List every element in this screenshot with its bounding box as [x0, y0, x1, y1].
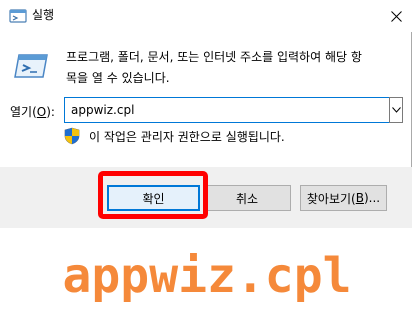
cancel-button[interactable]: 취소: [203, 185, 291, 211]
close-button[interactable]: [380, 0, 412, 32]
window-title: 실행: [32, 8, 55, 22]
history-dropdown-button[interactable]: [389, 97, 403, 123]
browse-label-accelerator: B: [355, 191, 364, 205]
title-bar[interactable]: 실행: [0, 0, 412, 32]
description-line-2: 목을 열 수 있습니다.: [66, 71, 170, 85]
open-label-prefix: 열기(: [10, 105, 37, 119]
open-input[interactable]: [64, 97, 390, 123]
browse-button[interactable]: 찾아보기(B)...: [300, 185, 387, 211]
admin-note: 이 작업은 관리자 권한으로 실행됩니다.: [89, 130, 285, 144]
browse-label-suffix: )...: [363, 191, 381, 205]
description-line-1: 프로그램, 폴더, 문서, 또는 인터넷 주소를 입력하여 해당 항: [66, 50, 362, 64]
chevron-down-icon: [391, 107, 401, 113]
browse-label-prefix: 찾아보기(: [306, 191, 356, 206]
close-icon: [390, 10, 402, 22]
open-label: 열기(O):: [10, 104, 55, 120]
run-dialog: 실행 프로그램, 폴더, 문서, 또는 인터넷 주소를 입력하여 해당 항 목을…: [0, 0, 412, 228]
command-caption: appwiz.cpl: [62, 248, 352, 304]
uac-shield-icon: [64, 127, 80, 145]
dialog-description: 프로그램, 폴더, 문서, 또는 인터넷 주소를 입력하여 해당 항 목을 열 …: [66, 47, 402, 89]
run-app-icon: [9, 9, 27, 23]
open-label-suffix: ):: [46, 105, 55, 119]
run-icon: [14, 54, 48, 78]
ok-button-highlight: [98, 171, 208, 219]
open-label-accelerator: O: [36, 105, 47, 119]
